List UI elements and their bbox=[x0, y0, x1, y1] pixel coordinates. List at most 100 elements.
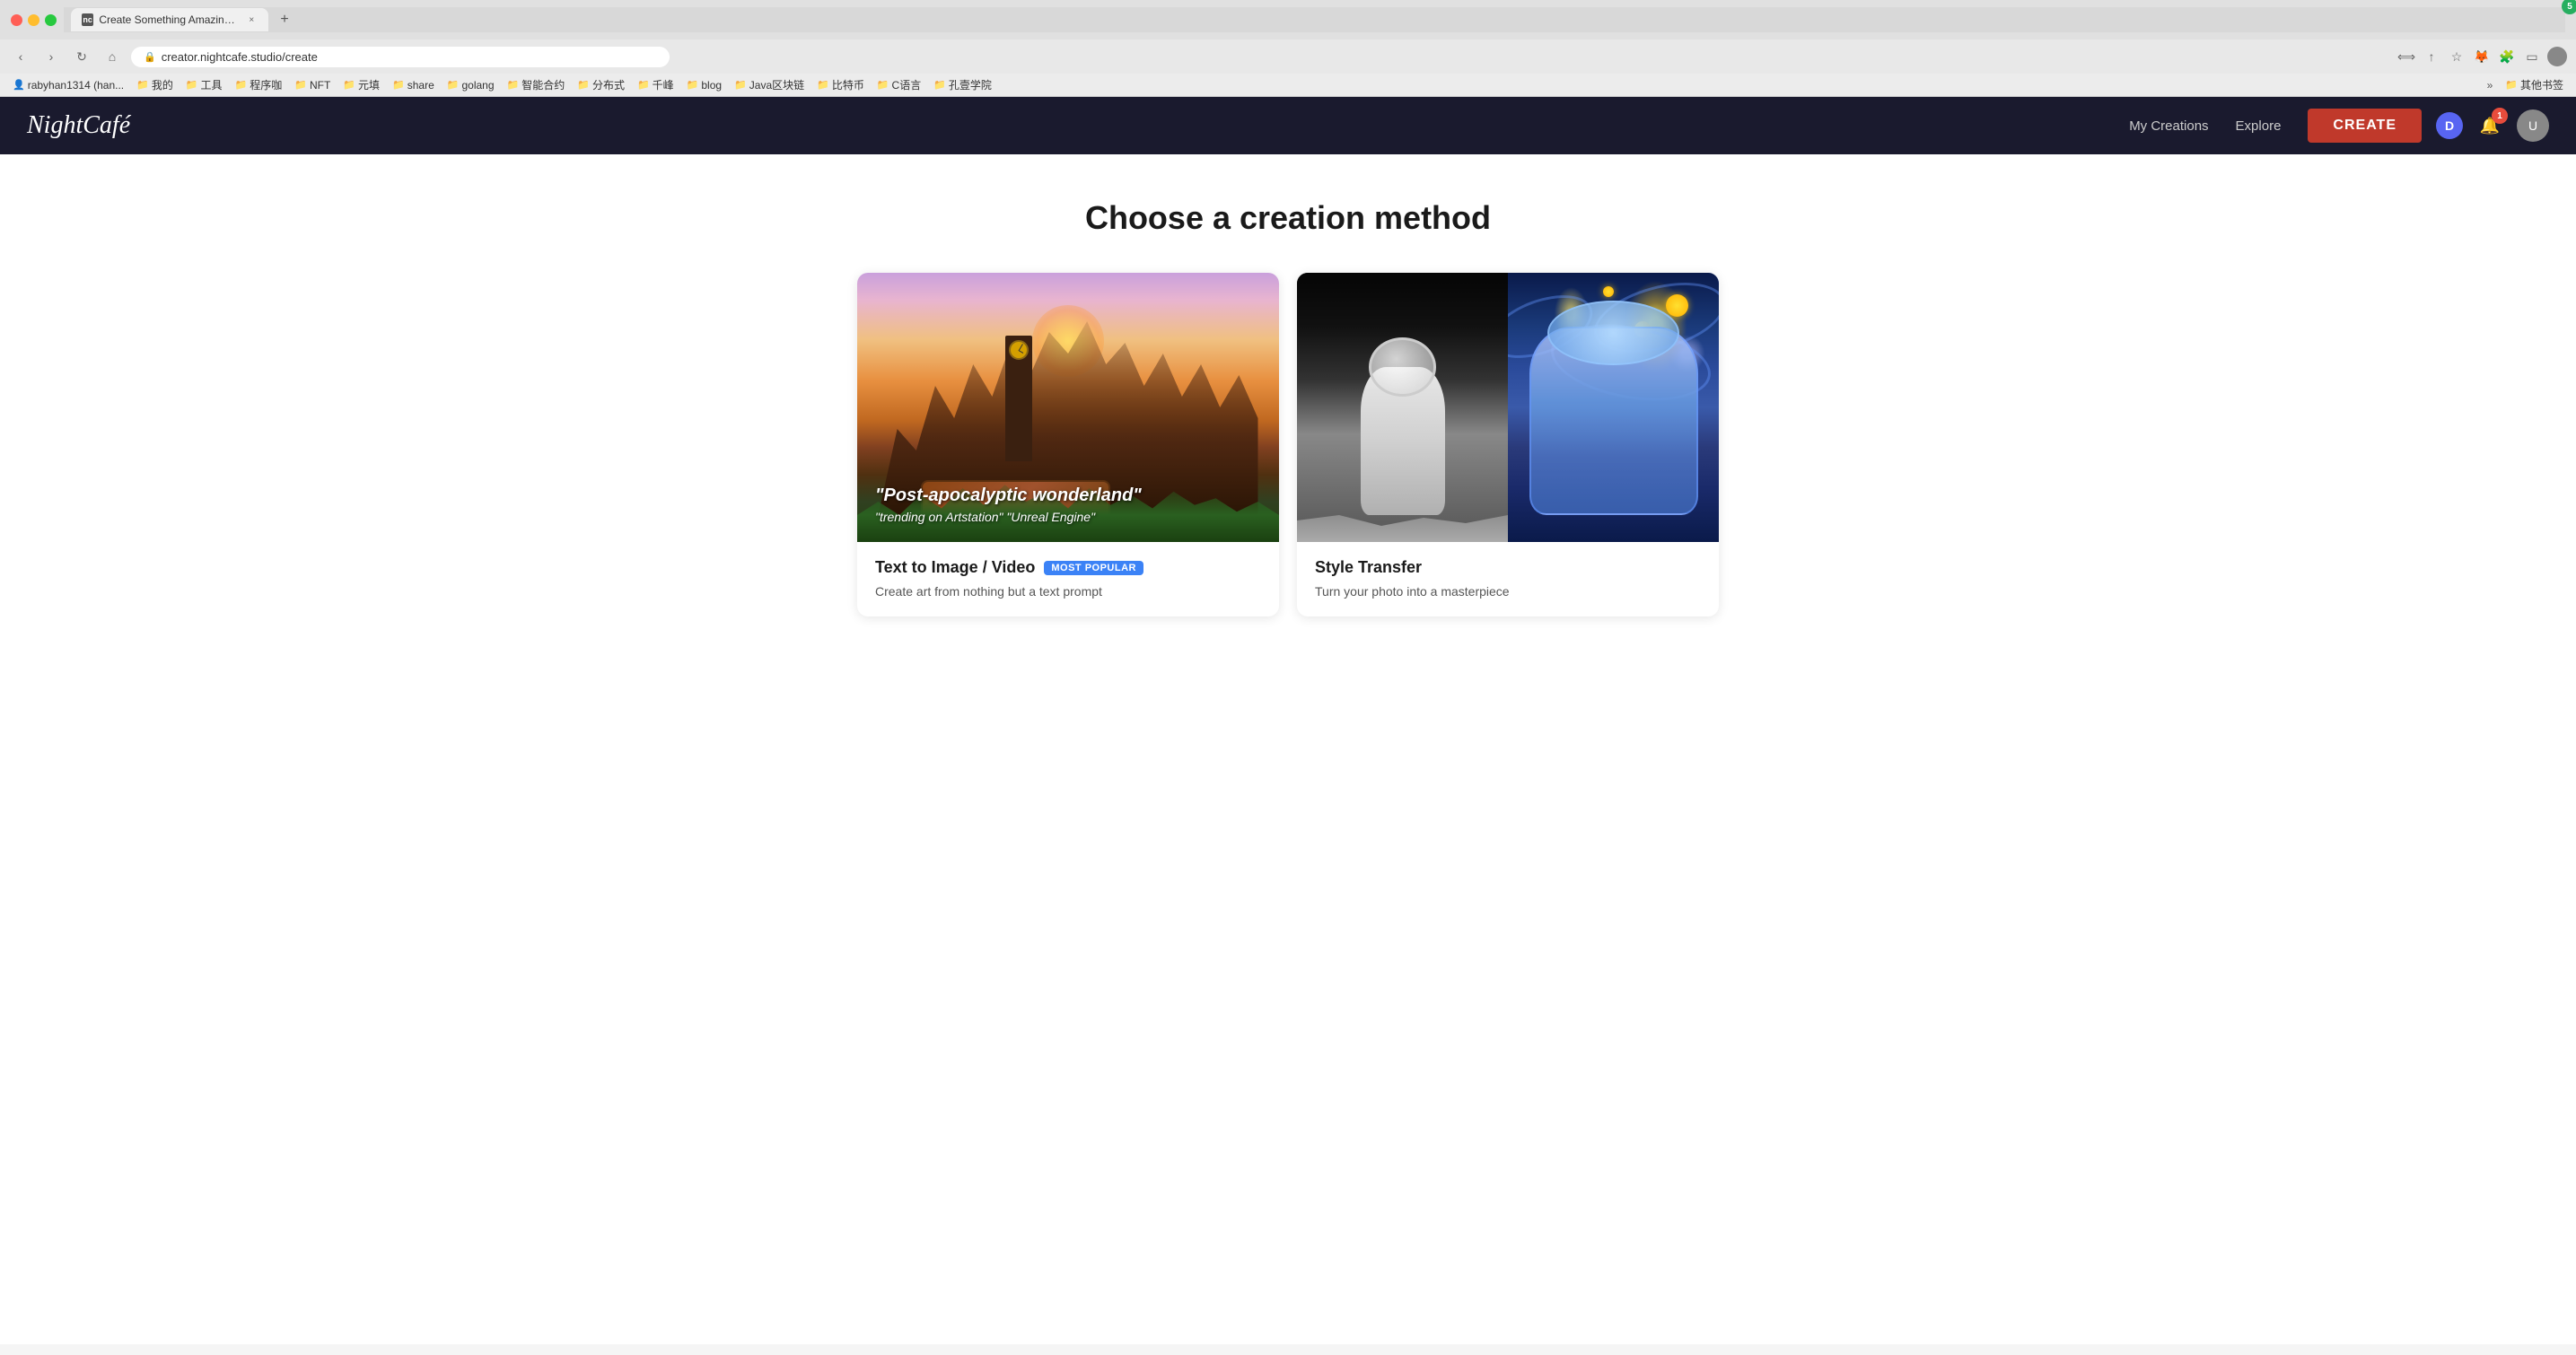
painting-panel bbox=[1508, 273, 1719, 542]
url-text: creator.nightcafe.studio/create bbox=[162, 50, 318, 64]
extension-fox-icon[interactable]: 🦊 bbox=[2472, 47, 2492, 66]
bookmark-other[interactable]: 📁 其他书签 bbox=[2500, 75, 2569, 94]
bookmark-tools[interactable]: 📁 工具 bbox=[180, 75, 228, 94]
bookmark-dist-icon: 📁 bbox=[577, 79, 590, 91]
navbar-links: My Creations Explore CREATE bbox=[2129, 109, 2422, 143]
address-bar[interactable]: 🔒 creator.nightcafe.studio/create bbox=[131, 47, 670, 67]
style-transfer-title-row: Style Transfer bbox=[1315, 558, 1701, 577]
browser-chrome: nc Create Something Amazing - N × + ‹ › … bbox=[0, 0, 2576, 97]
active-tab[interactable]: nc Create Something Amazing - N × bbox=[71, 8, 268, 31]
bookmarks-overflow[interactable]: » bbox=[2482, 77, 2499, 93]
discord-icon[interactable]: D bbox=[2436, 112, 2463, 139]
card-description: Create art from nothing but a text promp… bbox=[875, 584, 1261, 599]
bookmark-blog[interactable]: 📁 blog bbox=[681, 77, 727, 93]
star3 bbox=[1603, 286, 1614, 297]
photo-panel bbox=[1297, 273, 1508, 542]
bookmark-sc-icon: 📁 bbox=[507, 79, 520, 91]
user-avatar-browser[interactable] bbox=[2547, 47, 2567, 66]
cards-grid: "Post-apocalyptic wonderland" "trending … bbox=[857, 273, 1719, 616]
forward-button[interactable]: › bbox=[39, 45, 63, 68]
app-wrapper: NightCafé My Creations Explore CREATE D … bbox=[0, 97, 2576, 1344]
tab-bar: nc Create Something Amazing - N × + bbox=[64, 7, 2565, 32]
style-transfer-desc: Turn your photo into a masterpiece bbox=[1315, 584, 1701, 599]
bookmark-share-icon: 📁 bbox=[392, 79, 405, 91]
page-title: Choose a creation method bbox=[857, 199, 1719, 237]
text-to-image-info: Text to Image / Video MOST POPULAR Creat… bbox=[857, 542, 1279, 616]
style-transfer-title: Style Transfer bbox=[1315, 558, 1422, 577]
painted-helmet bbox=[1547, 301, 1679, 365]
bookmark-qf-icon: 📁 bbox=[637, 79, 650, 91]
bookmark-user-label: rabyhan1314 (han... bbox=[28, 79, 124, 92]
painted-astronaut bbox=[1529, 327, 1698, 515]
clock-hand2 bbox=[1018, 350, 1023, 354]
text-to-image-card[interactable]: "Post-apocalyptic wonderland" "trending … bbox=[857, 273, 1279, 616]
bookmark-other-icon: 📁 bbox=[2505, 79, 2518, 91]
card-title-row: Text to Image / Video MOST POPULAR bbox=[875, 558, 1261, 577]
bookmark-folder-icon: 📁 bbox=[136, 79, 149, 91]
address-bar-row: ‹ › ↻ ⌂ 🔒 creator.nightcafe.studio/creat… bbox=[0, 39, 2576, 74]
tab-close-icon[interactable]: × bbox=[246, 13, 258, 26]
translate-icon[interactable]: ⟺ bbox=[2396, 47, 2416, 66]
bookmark-java-icon: 📁 bbox=[734, 79, 747, 91]
home-button[interactable]: ⌂ bbox=[101, 45, 124, 68]
image-quote2: "trending on Artstation" "Unreal Engine" bbox=[875, 510, 1142, 524]
my-creations-link[interactable]: My Creations bbox=[2129, 118, 2208, 134]
traffic-lights bbox=[11, 14, 57, 26]
sidebar-icon[interactable]: ▭ bbox=[2522, 47, 2542, 66]
bookmark-c-icon: 📁 bbox=[877, 79, 889, 91]
navbar-logo[interactable]: NightCafé bbox=[27, 111, 2129, 140]
style-transfer-info: Style Transfer Turn your photo into a ma… bbox=[1297, 542, 1719, 616]
close-button[interactable] bbox=[11, 14, 22, 26]
notification-badge: 1 bbox=[2492, 108, 2508, 124]
create-button[interactable]: CREATE bbox=[2308, 109, 2422, 143]
bookmark-mine[interactable]: 📁 我的 bbox=[131, 75, 179, 94]
user-avatar[interactable]: U 5 bbox=[2517, 109, 2549, 142]
bookmark-smart-contract[interactable]: 📁 智能合约 bbox=[502, 75, 571, 94]
bookmark-metaverse[interactable]: 📁 元填 bbox=[337, 75, 385, 94]
bookmark-distributed[interactable]: 📁 分布式 bbox=[572, 75, 630, 94]
share-icon[interactable]: ↑ bbox=[2422, 47, 2441, 66]
bookmark-ky-icon: 📁 bbox=[933, 79, 946, 91]
back-button[interactable]: ‹ bbox=[9, 45, 32, 68]
image-quote1: "Post-apocalyptic wonderland" bbox=[875, 485, 1142, 506]
bookmark-bitcoin[interactable]: 📁 比特币 bbox=[811, 75, 870, 94]
bookmark-kongyi[interactable]: 📁 孔壹学院 bbox=[928, 75, 997, 94]
new-tab-button[interactable]: + bbox=[272, 7, 297, 32]
refresh-button[interactable]: ↻ bbox=[70, 45, 93, 68]
bookmark-clang[interactable]: 📁 C语言 bbox=[872, 75, 926, 94]
bookmark-nft-icon: 📁 bbox=[294, 79, 307, 91]
bookmark-meta-icon: 📁 bbox=[343, 79, 355, 91]
bookmark-golang-icon: 📁 bbox=[447, 79, 460, 91]
clock-face bbox=[1009, 340, 1029, 360]
text-to-image-preview: "Post-apocalyptic wonderland" "trending … bbox=[857, 273, 1279, 542]
most-popular-badge: MOST POPULAR bbox=[1044, 561, 1143, 575]
bookmarks-bar: 👤 rabyhan1314 (han... 📁 我的 📁 工具 📁 程序咖 📁 … bbox=[0, 74, 2576, 97]
main-content: Choose a creation method bbox=[839, 154, 1737, 670]
bookmark-share[interactable]: 📁 share bbox=[387, 77, 440, 93]
bookmark-qianfeng[interactable]: 📁 千峰 bbox=[632, 75, 679, 94]
minimize-button[interactable] bbox=[28, 14, 39, 26]
maximize-button[interactable] bbox=[45, 14, 57, 26]
card-text-overlay: "Post-apocalyptic wonderland" "trending … bbox=[875, 485, 1142, 524]
style-transfer-card[interactable]: Style Transfer Turn your photo into a ma… bbox=[1297, 273, 1719, 616]
bookmark-golang[interactable]: 📁 golang bbox=[442, 77, 500, 93]
user-badge: 5 bbox=[2562, 0, 2576, 14]
extensions-icon[interactable]: 🧩 bbox=[2497, 47, 2517, 66]
bookmark-java-blockchain[interactable]: 📁 Java区块链 bbox=[729, 75, 810, 94]
bookmark-icon[interactable]: ☆ bbox=[2447, 47, 2466, 66]
clock-tower bbox=[1005, 336, 1032, 461]
bookmark-blog-icon: 📁 bbox=[687, 79, 699, 91]
notifications-button[interactable]: 🔔 1 bbox=[2474, 109, 2506, 142]
card-title: Text to Image / Video bbox=[875, 558, 1035, 577]
bookmark-cafe[interactable]: 📁 程序咖 bbox=[230, 75, 288, 94]
explore-link[interactable]: Explore bbox=[2236, 118, 2282, 134]
style-transfer-preview bbox=[1297, 273, 1719, 542]
address-bar-actions: ⟺ ↑ ☆ 🦊 🧩 ▭ bbox=[2396, 47, 2567, 66]
navbar-icons: D 🔔 1 U 5 bbox=[2436, 109, 2549, 142]
bookmark-user[interactable]: 👤 rabyhan1314 (han... bbox=[7, 77, 129, 93]
bookmark-nft[interactable]: 📁 NFT bbox=[289, 77, 336, 93]
navbar: NightCafé My Creations Explore CREATE D … bbox=[0, 97, 2576, 154]
style-transfer-image bbox=[1297, 273, 1719, 542]
astronaut-helmet bbox=[1369, 337, 1436, 397]
tab-favicon: nc bbox=[82, 13, 93, 26]
